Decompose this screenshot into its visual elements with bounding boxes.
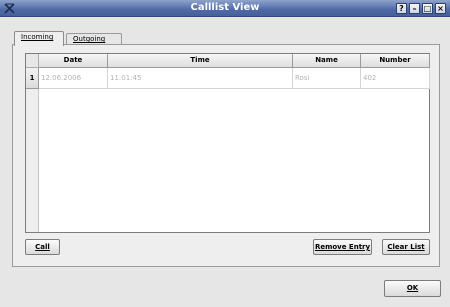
- table-corner: [26, 54, 39, 68]
- help-button[interactable]: ?: [396, 3, 407, 14]
- row-header-column: 1: [26, 68, 39, 232]
- column-header-name[interactable]: Name: [293, 54, 361, 68]
- window-title: Calllist View: [190, 2, 260, 13]
- cell-number[interactable]: 402: [361, 68, 430, 89]
- clear-list-button[interactable]: Clear List: [382, 239, 430, 255]
- ok-button[interactable]: OK: [384, 280, 441, 297]
- close-button[interactable]: ×: [435, 3, 446, 14]
- cell-date[interactable]: 12.06.2006: [39, 68, 108, 89]
- column-header-number[interactable]: Number: [361, 54, 430, 68]
- title-bar[interactable]: Calllist View ? – □ ×: [0, 0, 450, 17]
- call-button[interactable]: Call: [25, 239, 60, 255]
- cell-time[interactable]: 11:01:45: [108, 68, 293, 89]
- row-header[interactable]: 1: [26, 68, 39, 89]
- minimize-button[interactable]: –: [409, 3, 420, 14]
- calllist-table[interactable]: Date Time Name Number 1 12.06.2006 11:01…: [25, 53, 430, 233]
- remove-entry-button[interactable]: Remove Entry: [313, 239, 372, 255]
- cell-name[interactable]: Rosi: [293, 68, 361, 89]
- tab-incoming[interactable]: Incoming: [14, 31, 64, 46]
- column-header-date[interactable]: Date: [39, 54, 108, 68]
- maximize-button[interactable]: □: [422, 3, 433, 14]
- column-header-time[interactable]: Time: [108, 54, 293, 68]
